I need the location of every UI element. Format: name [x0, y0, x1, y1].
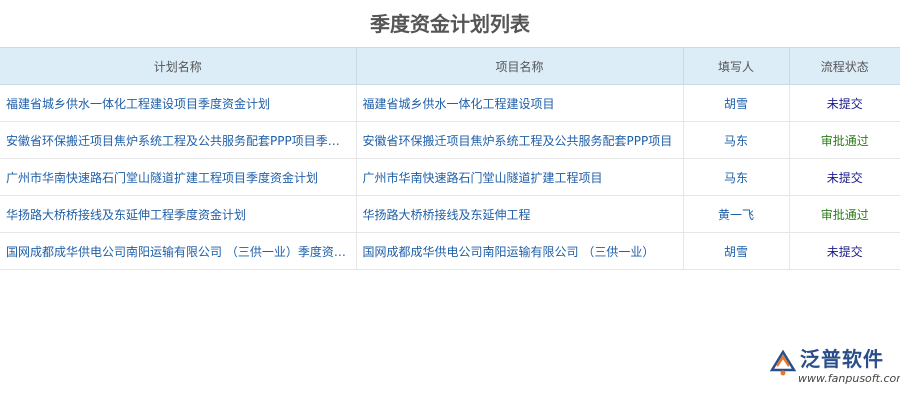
status-cell: 未提交 [789, 232, 900, 270]
filler-cell: 胡雪 [683, 232, 790, 270]
column-header-plan-name[interactable]: 计划名称 [0, 47, 357, 85]
filler-cell: 胡雪 [683, 84, 790, 122]
filler-cell: 黄一飞 [683, 195, 790, 233]
plan-name-cell[interactable]: 福建省城乡供水一体化工程建设项目季度资金计划 [0, 84, 357, 122]
table-row[interactable]: 安徽省环保搬迁项目焦炉系统工程及公共服务配套PPP项目季度资金计划 安徽省环保搬… [0, 121, 900, 159]
table-header-row: 计划名称 项目名称 填写人 流程状态 [0, 47, 900, 85]
brand-url: www.fanpusoft.com [798, 372, 900, 385]
plan-name-cell[interactable]: 华扬路大桥桥接线及东延伸工程季度资金计划 [0, 195, 357, 233]
status-cell: 未提交 [789, 84, 900, 122]
status-cell: 未提交 [789, 158, 900, 196]
column-header-project-name[interactable]: 项目名称 [355, 47, 684, 85]
project-name-cell[interactable]: 国网成都成华供电公司南阳运输有限公司 （三供一业） [356, 232, 684, 270]
brand-name: 泛普软件 [800, 347, 884, 371]
filler-cell: 马东 [683, 121, 790, 159]
status-cell: 审批通过 [789, 195, 900, 233]
plan-name-cell[interactable]: 安徽省环保搬迁项目焦炉系统工程及公共服务配套PPP项目季度资金计划 [0, 121, 357, 159]
status-cell: 审批通过 [789, 121, 900, 159]
project-name-cell[interactable]: 广州市华南快速路石门堂山隧道扩建工程项目 [356, 158, 684, 196]
table-row[interactable]: 福建省城乡供水一体化工程建设项目季度资金计划 福建省城乡供水一体化工程建设项目 … [0, 84, 900, 122]
column-header-status[interactable]: 流程状态 [788, 47, 900, 85]
table-row[interactable]: 广州市华南快速路石门堂山隧道扩建工程项目季度资金计划 广州市华南快速路石门堂山隧… [0, 158, 900, 196]
project-name-cell[interactable]: 福建省城乡供水一体化工程建设项目 [356, 84, 684, 122]
fanpu-logo-icon [769, 349, 797, 376]
project-name-cell[interactable]: 华扬路大桥桥接线及东延伸工程 [356, 195, 684, 233]
table-row[interactable]: 华扬路大桥桥接线及东延伸工程季度资金计划 华扬路大桥桥接线及东延伸工程 黄一飞 … [0, 195, 900, 233]
plan-name-cell[interactable]: 广州市华南快速路石门堂山隧道扩建工程项目季度资金计划 [0, 158, 357, 196]
filler-cell: 马东 [683, 158, 790, 196]
brand-logo: 泛普软件 www.fanpusoft.com [768, 346, 900, 388]
project-name-cell[interactable]: 安徽省环保搬迁项目焦炉系统工程及公共服务配套PPP项目 [356, 121, 684, 159]
column-header-filler[interactable]: 填写人 [682, 47, 790, 85]
table-row[interactable]: 国网成都成华供电公司南阳运输有限公司 （三供一业）季度资金计划 国网成都成华供电… [0, 232, 900, 270]
plan-table: 计划名称 项目名称 填写人 流程状态 福建省城乡供水一体化工程建设项目季度资金计… [0, 47, 900, 270]
plan-name-cell[interactable]: 国网成都成华供电公司南阳运输有限公司 （三供一业）季度资金计划 [0, 232, 357, 270]
page-title: 季度资金计划列表 [370, 12, 530, 36]
